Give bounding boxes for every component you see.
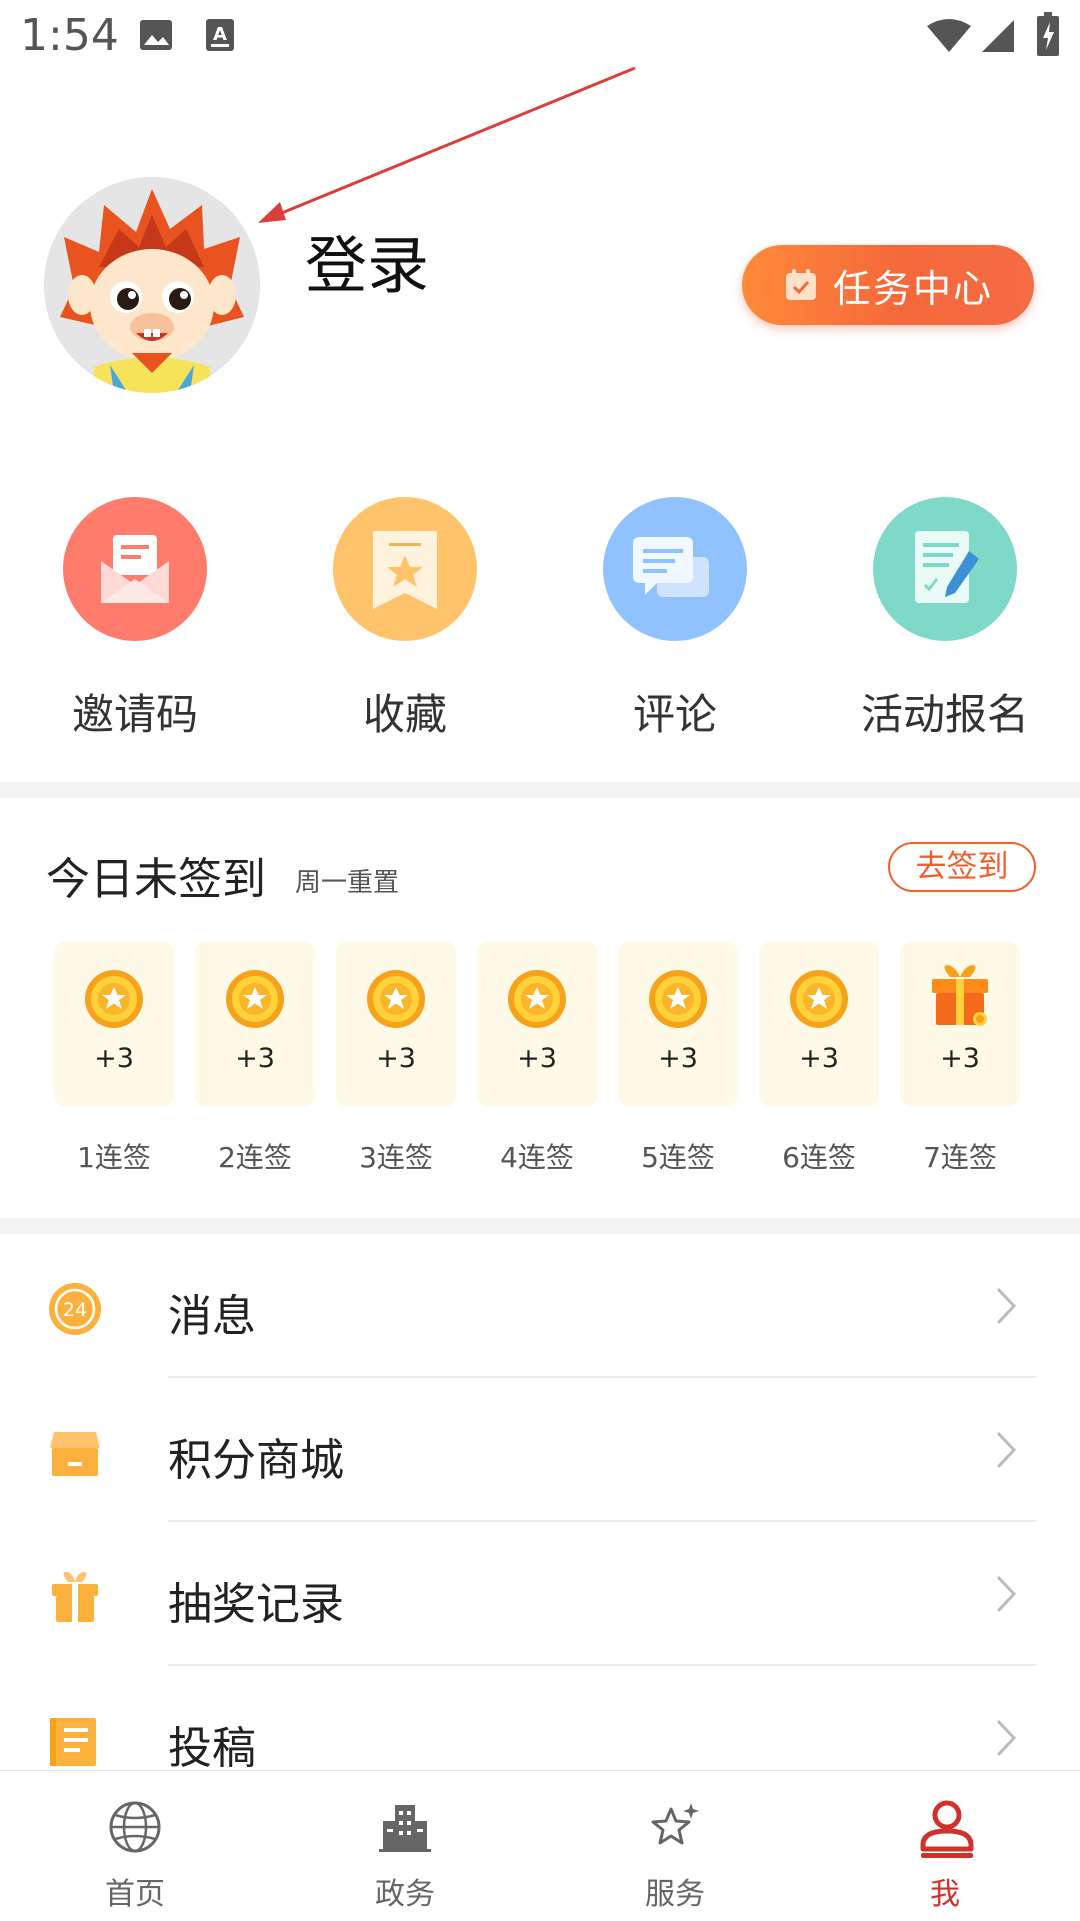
coin-star-icon: [649, 970, 707, 1028]
notebook-icon: [50, 1718, 96, 1766]
sign-day-label: 2连签: [218, 1141, 292, 1174]
sign-day-points: +3: [517, 1043, 557, 1074]
chat-icon: [603, 497, 747, 641]
sign-day-card: +3: [336, 941, 456, 1107]
menu-item-lottery-records[interactable]: 抽奖记录: [0, 1522, 1080, 1666]
task-center-label: 任务中心: [832, 266, 993, 311]
coin-star-icon: [790, 970, 848, 1028]
sign-day-card: +3: [477, 941, 597, 1107]
sign-day-points: +3: [94, 1043, 134, 1074]
chevron-right-icon: [996, 1719, 1017, 1757]
svg-text:24: 24: [63, 1299, 87, 1321]
tab-government[interactable]: 政务: [270, 1771, 540, 1921]
tab-label: 政务: [375, 1877, 435, 1912]
sign-day-label: 7连签: [923, 1141, 997, 1174]
sign-day-points: +3: [799, 1043, 839, 1074]
sign-day-card: +3: [195, 941, 315, 1107]
sign-in-title: 今日未签到: [46, 854, 266, 905]
sign-day-card: +3: [900, 941, 1020, 1107]
form-pen-icon: [873, 497, 1017, 641]
coin-star-icon: [85, 970, 143, 1028]
sign-day-label: 5连签: [641, 1141, 715, 1174]
menu-item-label: 投稿: [168, 1723, 256, 1774]
wifi-icon: [925, 18, 973, 58]
sign-day-label: 6连签: [782, 1141, 856, 1174]
chevron-right-icon: [996, 1575, 1017, 1613]
globe-icon: [109, 1801, 161, 1853]
menu-item-label: 消息: [168, 1291, 256, 1342]
quick-action-invite-code[interactable]: 邀请码: [0, 497, 270, 742]
sign-day-label: 3连签: [359, 1141, 433, 1174]
sign-day-card: +3: [618, 941, 738, 1107]
tab-services[interactable]: 服务: [540, 1771, 810, 1921]
tab-me[interactable]: 我: [810, 1771, 1080, 1921]
chevron-right-icon: [996, 1287, 1017, 1325]
avatar[interactable]: [44, 177, 260, 393]
tab-label: 首页: [105, 1877, 165, 1912]
image-icon: [138, 18, 174, 56]
menu-item-messages[interactable]: 24 消息: [0, 1234, 1080, 1378]
person-icon: [920, 1800, 974, 1858]
gift-icon: [52, 1572, 98, 1622]
quick-action-label: 评论: [632, 690, 717, 739]
gift-box-icon: [932, 965, 988, 1026]
quick-action-event-signup[interactable]: 活动报名: [810, 497, 1080, 742]
star-sparkle-icon: [651, 1803, 699, 1845]
task-center-button[interactable]: 任务中心: [742, 245, 1034, 325]
annotation-arrow: [258, 66, 636, 223]
sign-day-points: +3: [235, 1043, 275, 1074]
clock-24-icon: 24: [49, 1283, 101, 1335]
login-link[interactable]: 登录: [305, 215, 429, 305]
quick-action-label: 邀请码: [71, 690, 198, 739]
sign-in-subtitle: 周一重置: [295, 868, 400, 898]
quick-action-label: 活动报名: [860, 690, 1029, 739]
quick-action-comments[interactable]: 评论: [540, 497, 810, 742]
sign-day-label: 4连签: [500, 1141, 574, 1174]
menu-item-points-mall[interactable]: 积分商城: [0, 1378, 1080, 1522]
quick-action-label: 收藏: [362, 690, 447, 739]
sign-day-card: +3: [759, 941, 879, 1107]
coin-star-icon: [508, 970, 566, 1028]
coin-star-icon: [226, 970, 284, 1028]
status-time: 1:54: [20, 10, 119, 61]
building-icon: [379, 1805, 431, 1852]
coin-star-icon: [367, 970, 425, 1028]
battery-charging-icon: [1037, 12, 1059, 60]
envelope-icon: [63, 497, 207, 641]
menu-item-label: 抽奖记录: [168, 1579, 344, 1630]
calendar-check-icon: [785, 269, 816, 300]
svg-text:A: A: [213, 24, 227, 45]
section-divider: [0, 1218, 1080, 1234]
sign-day-card: +3: [54, 941, 174, 1107]
sign-day-points: +3: [376, 1043, 416, 1074]
shop-icon: [50, 1432, 100, 1476]
bookmark-icon: [333, 497, 477, 641]
menu-item-label: 积分商城: [168, 1435, 344, 1486]
tab-home[interactable]: 首页: [0, 1771, 270, 1921]
keyboard-a-icon: A: [205, 18, 235, 56]
tab-label: 我: [930, 1877, 960, 1912]
signal-icon: [980, 18, 1016, 58]
sign-day-label: 1连签: [77, 1141, 151, 1174]
section-divider: [0, 782, 1080, 798]
sign-day-points: +3: [658, 1043, 698, 1074]
chevron-right-icon: [996, 1431, 1017, 1469]
quick-action-favorites[interactable]: 收藏: [270, 497, 540, 742]
bottom-nav: 首页 政务 服务 我: [0, 1770, 1080, 1921]
tab-label: 服务: [645, 1877, 705, 1912]
sign-in-button[interactable]: 去签到: [888, 842, 1036, 892]
lion-mascot-icon: [44, 177, 260, 393]
sign-day-points: +3: [940, 1043, 980, 1074]
